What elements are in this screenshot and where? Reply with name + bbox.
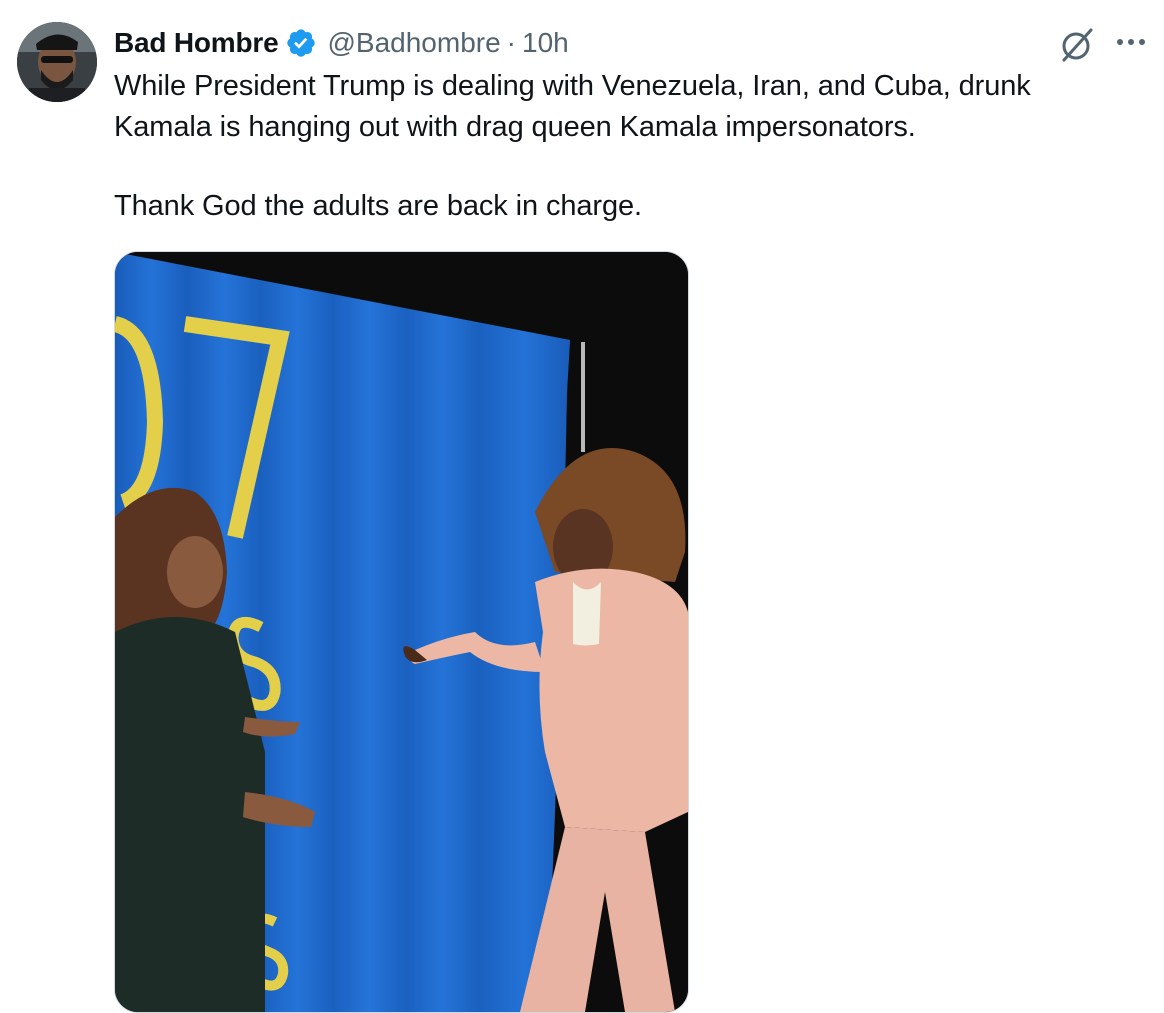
header-separator: ·: [506, 27, 516, 58]
grok-icon[interactable]: [1058, 26, 1096, 64]
verified-badge-icon: [285, 27, 317, 59]
author-handle[interactable]: @Badhombre: [327, 27, 500, 59]
tweet-text: While President Trump is dealing with Ve…: [114, 66, 1124, 227]
tweet-header: Bad Hombre @Badhombre · 10h: [114, 24, 569, 62]
tweet-text-paragraph-1: While President Trump is dealing with Ve…: [114, 70, 1031, 143]
video-still-image: [115, 252, 688, 1012]
tweet-text-paragraph-2: Thank God the adults are back in charge.: [114, 190, 642, 222]
author-name[interactable]: Bad Hombre: [114, 27, 279, 59]
more-options-icon[interactable]: [1114, 28, 1148, 56]
author-avatar[interactable]: [17, 22, 97, 102]
tweet-media-video[interactable]: [114, 251, 689, 1013]
tweet-timestamp[interactable]: 10h: [522, 27, 569, 59]
